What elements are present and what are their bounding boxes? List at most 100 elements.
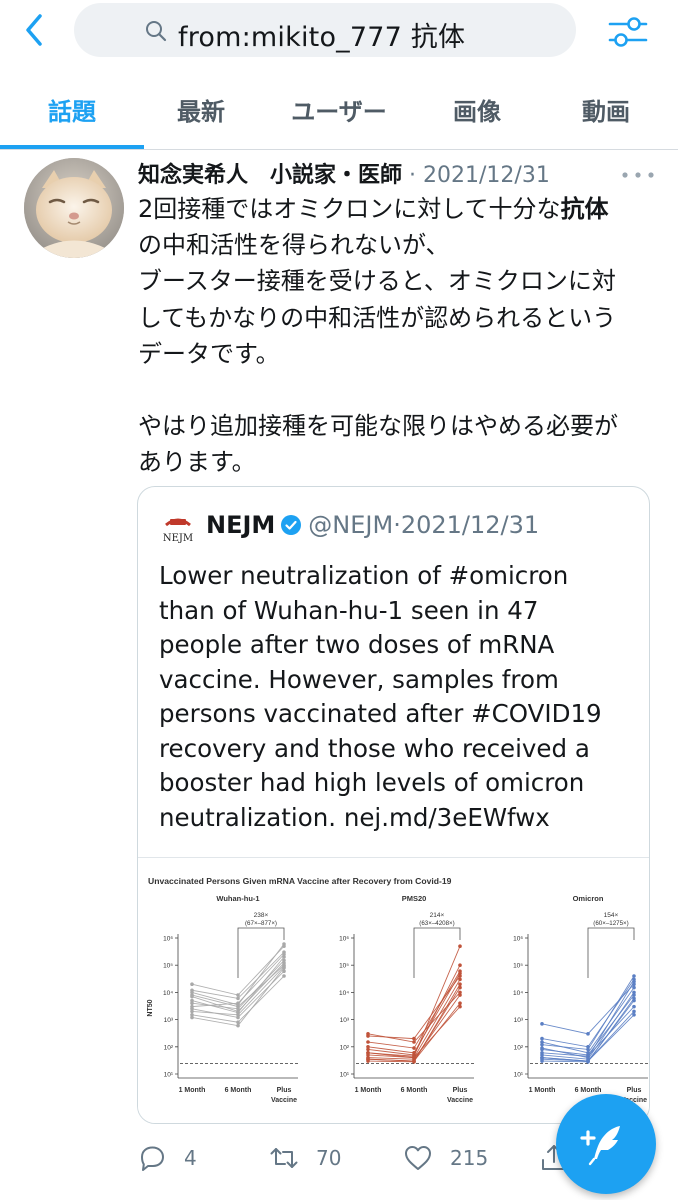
- compose-tweet-button[interactable]: [556, 1094, 656, 1194]
- like-count: 215: [450, 1146, 489, 1170]
- data-point: [412, 1054, 416, 1059]
- data-point: [540, 1055, 544, 1060]
- retweet-count: 70: [316, 1146, 342, 1170]
- tweet-line: ブースター接種を受けると、オミクロンに対: [138, 267, 616, 296]
- x-category-label: 1 Month: [529, 1087, 556, 1094]
- tab-images[interactable]: 画像: [453, 92, 501, 127]
- active-tab-indicator: [0, 145, 144, 149]
- fold-change-label: 238×: [254, 912, 269, 919]
- x-category-label: Plus: [277, 1087, 292, 1094]
- x-category-label: Vaccine: [447, 1097, 473, 1104]
- data-point: [412, 1040, 416, 1044]
- data-point: [540, 1022, 544, 1026]
- data-point: [632, 985, 636, 990]
- filter-button[interactable]: [606, 12, 650, 52]
- x-category-label: Plus: [627, 1087, 642, 1094]
- reply-count: 4: [184, 1146, 197, 1170]
- back-button[interactable]: [20, 12, 52, 48]
- quote-line: Lower neutralization of #omicron: [159, 561, 569, 590]
- y-tick-label: 10¹: [514, 1072, 524, 1079]
- data-point: [458, 1004, 462, 1009]
- tweet-header: 知念実希人 小説家・医師 · 2021/12/31: [138, 157, 550, 189]
- search-icon: [146, 21, 167, 42]
- y-tick-label: 10²: [164, 1044, 174, 1051]
- data-point: [412, 1036, 416, 1041]
- data-point: [586, 1032, 590, 1036]
- nejm-logo-icon: NEJM: [163, 518, 193, 544]
- feather-compose-icon: [580, 1126, 620, 1166]
- data-point: [632, 974, 636, 978]
- x-category-label: Plus: [453, 1087, 468, 1094]
- tweet-line: の中和活性を得られないが、: [138, 231, 450, 260]
- data-point: [458, 982, 462, 987]
- quote-line: people after two doses of mRNA: [159, 630, 555, 659]
- avatar[interactable]: [24, 158, 124, 258]
- quote-date[interactable]: 2021/12/31: [401, 511, 539, 539]
- y-tick-label: 10⁵: [513, 963, 523, 970]
- author-name[interactable]: 知念実希人 小説家・医師: [138, 163, 402, 188]
- quoted-tweet[interactable]: NEJM NEJM @NEJM·2021/12/31 Lower neutrali…: [137, 486, 650, 1124]
- tab-top[interactable]: 話題: [48, 92, 96, 127]
- data-point: [282, 942, 286, 946]
- tweet-line: あります。: [138, 448, 256, 477]
- like-button[interactable]: 215: [402, 1138, 488, 1178]
- search-query: from:mikito_777 抗体: [178, 22, 466, 53]
- sliders-icon: [608, 17, 648, 47]
- series-line: [367, 992, 461, 1043]
- data-point: [458, 993, 462, 997]
- data-point: [190, 990, 194, 995]
- tweet-date[interactable]: 2021/12/31: [423, 163, 550, 188]
- x-category-label: 6 Month: [575, 1087, 602, 1094]
- data-point: [366, 1047, 370, 1052]
- y-axis-label: NT50: [147, 999, 154, 1016]
- data-point: [282, 964, 286, 969]
- y-tick-label: 10¹: [164, 1072, 174, 1079]
- reply-button[interactable]: 4: [136, 1138, 197, 1178]
- data-point: [412, 1059, 416, 1063]
- data-point: [236, 1003, 240, 1007]
- data-point: [632, 1004, 636, 1009]
- data-point: [366, 1057, 370, 1062]
- tweet-line: 2回接種ではオミクロンに対して十分な抗体: [138, 195, 609, 223]
- tab-videos[interactable]: 動画: [582, 92, 630, 127]
- chevron-left-icon: [26, 14, 42, 46]
- quote-line: booster had high levels of omicron: [159, 768, 585, 797]
- confidence-interval-label: (60×–1275×): [593, 920, 628, 927]
- y-tick-label: 10⁵: [163, 963, 173, 970]
- y-tick-label: 10⁴: [513, 990, 523, 997]
- panel-title: Omicron: [573, 894, 604, 903]
- x-category-label: 6 Month: [225, 1087, 252, 1094]
- data-point: [190, 1015, 194, 1020]
- more-options-icon[interactable]: [620, 170, 656, 180]
- quote-author-name[interactable]: NEJM: [206, 511, 275, 539]
- data-point: [282, 952, 286, 957]
- search-input[interactable]: from:mikito_777 抗体: [74, 3, 576, 57]
- tab-latest[interactable]: 最新: [177, 92, 225, 127]
- tweet-separator: ·: [409, 163, 417, 188]
- series-line: [367, 987, 461, 1062]
- data-point: [458, 985, 462, 990]
- x-category-label: 6 Month: [401, 1087, 428, 1094]
- tweet-line: してもかなりの中和活性が認められるという: [138, 303, 617, 332]
- retweet-button[interactable]: 70: [268, 1138, 341, 1178]
- quote-line: vaccine. However, samples from: [159, 664, 559, 694]
- data-point: [540, 1040, 544, 1044]
- x-category-label: 1 Month: [179, 1087, 206, 1094]
- quote-text: Lower neutralization of #omicron than of…: [159, 559, 639, 835]
- tweet-line: やはり追加接種を可能な限りはやめる必要が: [138, 412, 618, 441]
- y-tick-label: 10⁴: [339, 990, 349, 997]
- fold-change-label: 214×: [430, 912, 445, 919]
- svg-text:NEJM: NEJM: [163, 533, 193, 544]
- chart-image[interactable]: Unvaccinated Persons Given mRNA Vaccine …: [138, 857, 649, 1123]
- fold-change-label: 154×: [604, 912, 619, 919]
- y-tick-label: 10²: [340, 1044, 350, 1051]
- quote-line: persons vaccinated after #COVID19: [159, 699, 602, 728]
- tweet-text: 2回接種ではオミクロンに対して十分な抗体 の中和活性を得られないが、 ブースター…: [138, 191, 658, 480]
- y-tick-label: 10⁵: [339, 963, 349, 970]
- search-tabs: 話題 最新 ユーザー 画像 動画: [0, 62, 678, 150]
- tab-users[interactable]: ユーザー: [291, 92, 387, 127]
- y-tick-label: 10⁶: [513, 936, 523, 943]
- data-point: [366, 1034, 370, 1038]
- data-point: [236, 1013, 240, 1017]
- quote-handle[interactable]: @NEJM: [308, 511, 393, 539]
